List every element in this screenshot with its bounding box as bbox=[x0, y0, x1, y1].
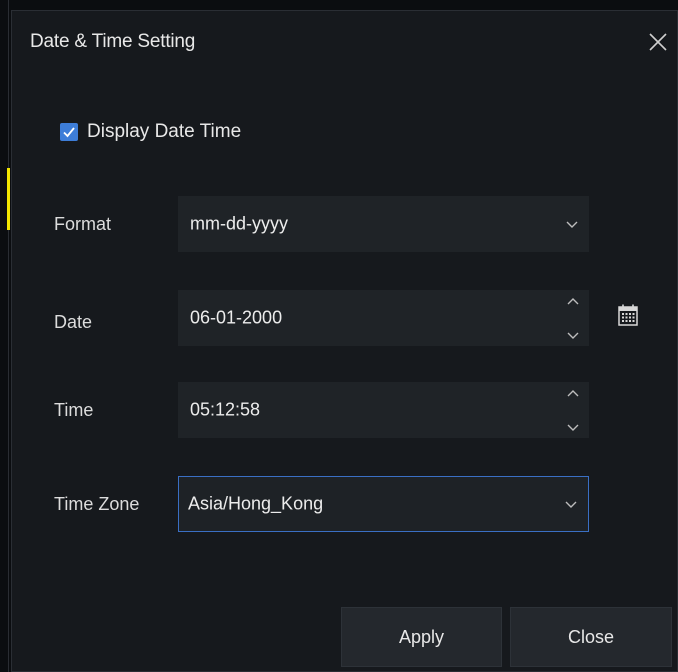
chevron-up-icon[interactable] bbox=[566, 296, 580, 306]
check-icon bbox=[63, 127, 75, 138]
dialog-titlebar: Date & Time Setting bbox=[12, 11, 677, 69]
chevron-up-icon[interactable] bbox=[566, 388, 580, 398]
time-input[interactable]: 05:12:58 bbox=[178, 382, 589, 438]
chevron-down-icon bbox=[566, 221, 578, 228]
display-date-time-toggle[interactable]: Display Date Time bbox=[60, 119, 241, 145]
time-zone-label: Time Zone bbox=[54, 494, 140, 514]
date-value: 06-01-2000 bbox=[190, 307, 283, 328]
calendar-icon[interactable] bbox=[618, 304, 638, 326]
time-zone-value: Asia/Hong_Kong bbox=[188, 493, 324, 514]
chevron-down-icon bbox=[565, 501, 577, 508]
background-gridline bbox=[8, 0, 9, 672]
time-value: 05:12:58 bbox=[190, 399, 261, 420]
format-value: mm-dd-yyyy bbox=[190, 213, 288, 234]
dialog-title: Date & Time Setting bbox=[30, 31, 196, 52]
time-label: Time bbox=[54, 400, 94, 420]
time-zone-select[interactable]: Asia/Hong_Kong bbox=[178, 476, 589, 532]
chevron-down-icon[interactable] bbox=[566, 330, 580, 340]
format-label: Format bbox=[54, 214, 112, 234]
chevron-down-icon[interactable] bbox=[566, 422, 580, 432]
format-select[interactable]: mm-dd-yyyy bbox=[178, 196, 589, 252]
display-date-time-checkbox[interactable] bbox=[60, 123, 78, 141]
background-trace-marker bbox=[7, 168, 10, 230]
date-time-setting-dialog: Date & Time Setting Display Date Time Fo… bbox=[11, 10, 678, 672]
display-date-time-label: Display Date Time bbox=[87, 121, 242, 142]
apply-button[interactable]: Apply bbox=[341, 607, 502, 667]
date-label: Date bbox=[54, 312, 93, 332]
close-icon[interactable] bbox=[645, 29, 671, 55]
close-button[interactable]: Close bbox=[510, 607, 672, 667]
date-input[interactable]: 06-01-2000 bbox=[178, 290, 589, 346]
